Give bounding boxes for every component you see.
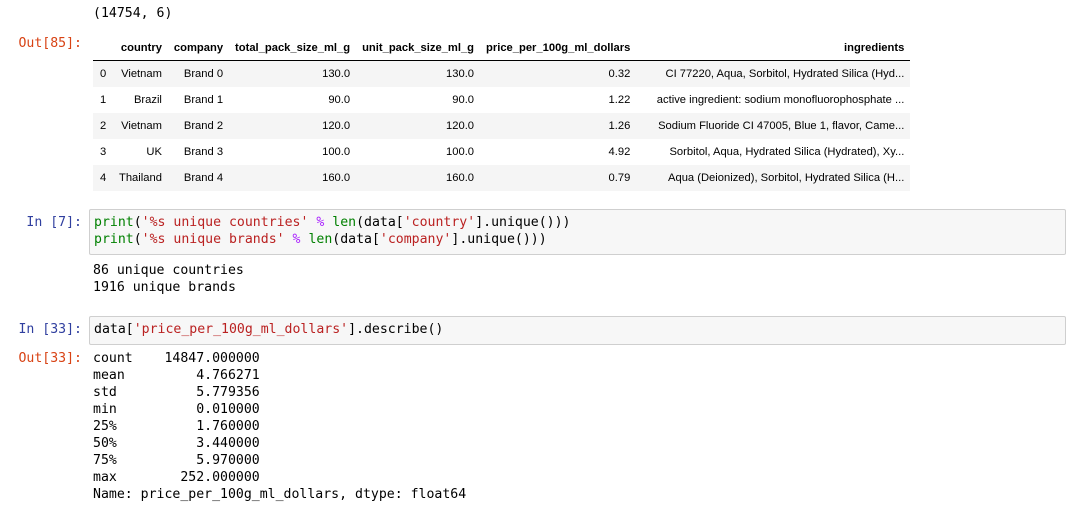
describe-output: count 14847.000000 mean 4.766271 std 5.7… xyxy=(93,350,466,503)
cell-unit-pack-size: 120.0 xyxy=(446,120,475,132)
code-operator: % xyxy=(316,215,325,230)
code-token: data[ xyxy=(94,322,134,337)
code-token: len xyxy=(332,215,357,230)
row-index: 3 xyxy=(100,146,107,158)
output-line: Name: price_per_100g_ml_dollars, dtype: … xyxy=(93,487,467,502)
in-prompt-7: In [7]: xyxy=(26,215,82,230)
output-line: 25% 1.760000 xyxy=(93,419,260,434)
output-line: max 252.000000 xyxy=(93,470,260,485)
code-token: ].unique())) xyxy=(451,232,547,247)
cell-company: Brand 2 xyxy=(183,120,224,132)
cell-unit-pack-size: 130.0 xyxy=(446,68,475,80)
code-token: len xyxy=(308,232,333,247)
output-line: count 14847.000000 xyxy=(93,351,260,366)
cell-ingredients: Sodium Fluoride CI 47005, Blue 1, flavor… xyxy=(658,120,905,132)
code-cell-33[interactable]: data['price_per_100g_ml_dollars'].descri… xyxy=(89,316,1066,345)
cell-company: Brand 3 xyxy=(183,146,224,158)
cell-country: Thailand xyxy=(119,172,162,184)
cell-total-pack-size: 120.0 xyxy=(322,120,351,132)
output-line: mean 4.766271 xyxy=(93,368,260,383)
row-index: 1 xyxy=(100,94,107,106)
shape-output: (14754, 6) xyxy=(93,6,173,21)
in-prompt-33: In [33]: xyxy=(18,322,82,337)
table-row: 4 Thailand Brand 4 160.0 160.0 0.79 Aqua… xyxy=(93,165,911,191)
cell-company: Brand 4 xyxy=(183,172,224,184)
code-string: 'country' xyxy=(403,215,476,230)
index-header xyxy=(93,35,113,61)
output-7: 86 unique countries 1916 unique brands xyxy=(93,262,244,296)
cell-unit-pack-size: 90.0 xyxy=(452,94,475,106)
out-prompt-33: Out[33]: xyxy=(18,351,82,366)
table-row: 0 Vietnam Brand 0 130.0 130.0 0.32 CI 77… xyxy=(93,60,911,87)
row-index: 4 xyxy=(100,172,107,184)
column-header-country: country xyxy=(113,35,168,61)
table-row: 2 Vietnam Brand 2 120.0 120.0 1.26 Sodiu… xyxy=(93,113,911,139)
cell-price: 1.26 xyxy=(608,120,631,132)
code-string: '%s unique brands' xyxy=(141,232,285,247)
code-editor-7[interactable]: print('%s unique countries' % len(data['… xyxy=(94,214,570,248)
code-string: 'price_per_100g_ml_dollars' xyxy=(133,322,349,337)
cell-total-pack-size: 100.0 xyxy=(322,146,351,158)
output-line: 1916 unique brands xyxy=(93,280,236,295)
output-line: std 5.779356 xyxy=(93,385,260,400)
row-index: 2 xyxy=(100,120,107,132)
code-cell-7[interactable]: print('%s unique countries' % len(data['… xyxy=(89,209,1066,255)
cell-ingredients: active ingredient: sodium monofluorophos… xyxy=(656,94,905,106)
table-header-row: country company total_pack_size_ml_g uni… xyxy=(93,35,911,61)
cell-country: UK xyxy=(146,146,162,158)
row-index: 0 xyxy=(100,68,107,80)
cell-country: Vietnam xyxy=(121,68,162,80)
out-prompt-85: Out[85]: xyxy=(18,36,82,51)
column-header-total-pack-size: total_pack_size_ml_g xyxy=(229,35,357,61)
cell-price: 0.32 xyxy=(608,68,631,80)
cell-price: 0.79 xyxy=(608,172,631,184)
output-line: 75% 5.970000 xyxy=(93,453,260,468)
output-line: min 0.010000 xyxy=(93,402,260,417)
column-header-ingredients: ingredients xyxy=(636,35,911,61)
code-token: ( xyxy=(133,232,142,247)
output-line: 86 unique countries xyxy=(93,263,244,278)
table-row: 3 UK Brand 3 100.0 100.0 4.92 Sorbitol, … xyxy=(93,139,911,165)
code-token: ( xyxy=(133,215,142,230)
cell-country: Vietnam xyxy=(121,120,162,132)
cell-total-pack-size: 160.0 xyxy=(322,172,351,184)
cell-price: 4.92 xyxy=(608,146,631,158)
code-token: (data[ xyxy=(332,232,380,247)
dataframe-table: country company total_pack_size_ml_g uni… xyxy=(93,35,911,191)
cell-ingredients: CI 77220, Aqua, Sorbitol, Hydrated Silic… xyxy=(665,68,905,80)
code-token: (data[ xyxy=(356,215,404,230)
code-token: ].unique())) xyxy=(475,215,571,230)
output-line: 50% 3.440000 xyxy=(93,436,260,451)
cell-ingredients: Sorbitol, Aqua, Hydrated Silica (Hydrate… xyxy=(669,146,905,158)
code-string: 'company' xyxy=(379,232,452,247)
code-token: print xyxy=(94,215,134,230)
cell-price: 1.22 xyxy=(608,94,631,106)
cell-company: Brand 0 xyxy=(183,68,224,80)
cell-total-pack-size: 130.0 xyxy=(322,68,351,80)
code-string: '%s unique countries' xyxy=(141,215,309,230)
column-header-company: company xyxy=(167,35,230,61)
cell-country: Brazil xyxy=(133,94,162,106)
column-header-price: price_per_100g_ml_dollars xyxy=(480,35,637,61)
cell-ingredients: Aqua (Deionized), Sorbitol, Hydrated Sil… xyxy=(668,172,905,184)
cell-unit-pack-size: 100.0 xyxy=(446,146,475,158)
table-row: 1 Brazil Brand 1 90.0 90.0 1.22 active i… xyxy=(93,87,911,113)
code-operator: % xyxy=(292,232,301,247)
cell-unit-pack-size: 160.0 xyxy=(446,172,475,184)
column-header-unit-pack-size: unit_pack_size_ml_g xyxy=(356,35,481,61)
cell-total-pack-size: 90.0 xyxy=(328,94,351,106)
code-token: print xyxy=(94,232,134,247)
code-token: ].describe() xyxy=(348,322,444,337)
cell-company: Brand 1 xyxy=(183,94,224,106)
code-editor-33[interactable]: data['price_per_100g_ml_dollars'].descri… xyxy=(94,321,443,338)
